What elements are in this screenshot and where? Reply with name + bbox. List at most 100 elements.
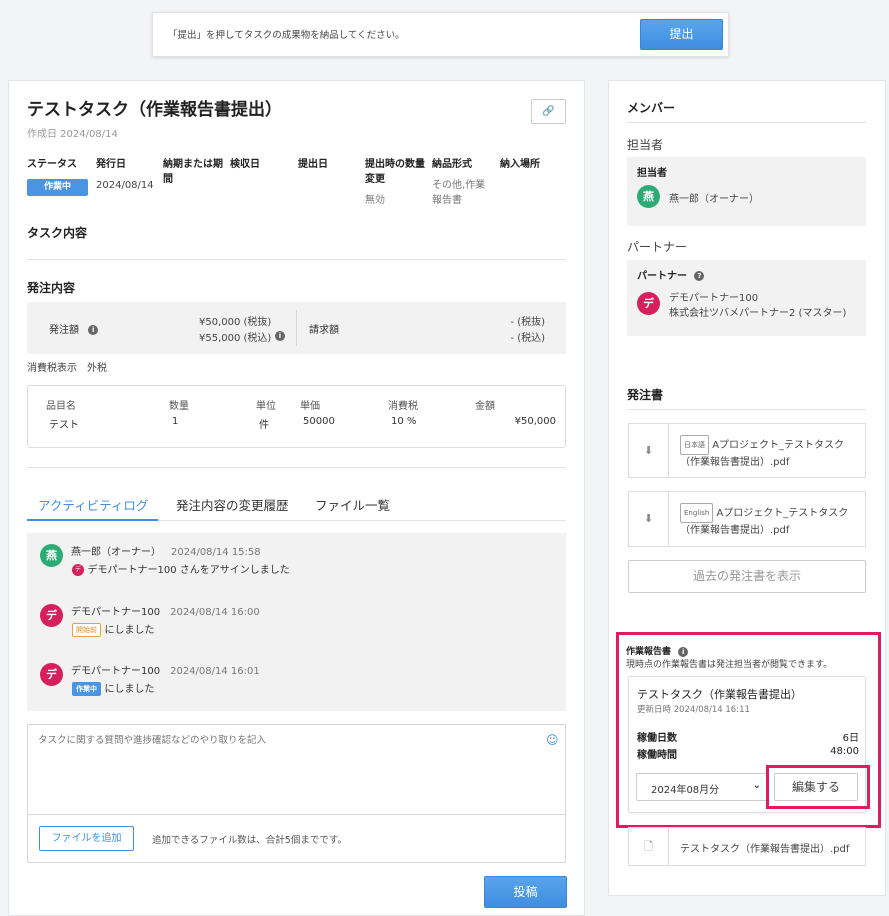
report-file[interactable]: 🗋 テストタスク（作業報告書提出）.pdf (628, 827, 866, 866)
tab-change-history[interactable]: 発注内容の変更履歴 (176, 495, 289, 514)
delivery-format-label: 納品形式 (432, 159, 472, 170)
items-table: 品目名 数量 単位 単価 消費税 金額 テスト 1 件 50000 10 % ¥… (27, 385, 566, 448)
invoice-incl: - (税込) (510, 333, 545, 344)
tab-activity-log[interactable]: アクティビティログ (38, 495, 148, 514)
avatar: 燕 (637, 185, 660, 208)
tabs-divider (158, 520, 566, 521)
activity-body: 作業中 にしました (72, 680, 155, 696)
highlight-edit-button (766, 765, 870, 809)
submit-date-label: 提出日 (298, 159, 328, 170)
divider (27, 467, 566, 468)
partner-label: パートナー ? (637, 267, 705, 282)
partner-name: デモパートナー100 (669, 293, 759, 304)
activity-log: 燕 燕一郎（オーナー） 2024/08/14 15:58 デ デモパートナー100… (27, 533, 566, 711)
add-file-button[interactable]: ファイルを追加 (39, 826, 134, 851)
activity-user: デモパートナー100 (71, 607, 161, 618)
delivery-place-label: 納入場所 (500, 159, 540, 170)
tab-file-list[interactable]: ファイル一覧 (315, 495, 390, 514)
submit-button[interactable]: 提出 (640, 19, 723, 50)
post-button[interactable]: 投稿 (484, 876, 567, 908)
order-amount-text: 発注額 (49, 325, 79, 336)
download-icon[interactable]: ⬇ (629, 492, 669, 546)
partner-box: パートナー ? デ デモパートナー100 株式会社ツバメパートナー2 (マスター… (627, 260, 866, 336)
col-header: 金額 (475, 401, 495, 412)
order-amount-excl: ¥50,000 (税抜) (199, 317, 272, 328)
quantity-change-value: 無効 (365, 195, 385, 206)
document-name-line2: （作業報告書提出）.pdf (680, 457, 790, 468)
item-qty: 1 (172, 416, 179, 427)
avatar: デ (40, 604, 63, 627)
item-name: テスト (49, 420, 79, 431)
download-icon[interactable]: ⬇ (629, 424, 669, 477)
avatar: デ (72, 564, 84, 576)
language-tag: English (680, 503, 714, 523)
info-icon[interactable]: i (88, 325, 99, 335)
activity-header: 燕一郎（オーナー） 2024/08/14 15:58 (71, 543, 261, 558)
activity-text: デモパートナー100 さんをアサインしました (87, 565, 290, 576)
activity-time: 2024/08/14 15:58 (171, 547, 261, 558)
inspection-date-label: 検収日 (230, 159, 260, 170)
activity-header: デモパートナー100 2024/08/14 16:00 (71, 603, 260, 618)
document-name-line1: Aプロジェクト_テストタスク (712, 440, 845, 451)
amount-box: 発注額 i ¥50,000 (税抜) ¥55,000 (税込) i 請求額 - … (27, 302, 566, 354)
status-tag: 開始前 (72, 623, 101, 637)
emoji-icon[interactable]: ☺ (546, 733, 559, 747)
language-tag: 日本語 (680, 435, 709, 455)
activity-user: 燕一郎（オーナー） (71, 547, 161, 558)
divider (296, 310, 297, 346)
comment-input[interactable] (28, 725, 565, 815)
order-amount-incl: ¥55,000 (税込) (199, 333, 272, 344)
col-header: 単価 (300, 401, 320, 412)
avatar: デ (40, 663, 63, 686)
partner-label-text: パートナー (637, 271, 687, 282)
activity-body: デ デモパートナー100 さんをアサインしました (72, 561, 290, 576)
quantity-change-label: 提出時の数量変更 (365, 159, 425, 185)
avatar: 燕 (40, 544, 63, 567)
orders-heading: 発注書 (627, 388, 664, 402)
deadline-label: 納期または期間 (163, 159, 223, 185)
comment-box: ☺ ファイルを追加 追加できるファイル数は、合計5個までです。 (27, 724, 566, 863)
assignee-label: 担当者 (637, 168, 667, 179)
submit-banner: 「提出」を押してタスクの成果物を納品してください。 提出 (152, 12, 729, 57)
col-header: 数量 (169, 401, 189, 412)
col-header: 消費税 (388, 401, 418, 412)
col-header: 品目名 (46, 401, 76, 412)
activity-time: 2024/08/14 16:01 (170, 666, 260, 677)
divider (627, 409, 866, 410)
invoice-label: 請求額 (309, 325, 339, 336)
partner-section-label: パートナー (627, 240, 688, 254)
task-content-heading: タスク内容 (27, 226, 88, 240)
item-total: ¥50,000 (514, 416, 556, 427)
status-badge: 作業中 (27, 179, 88, 196)
order-document[interactable]: ⬇ 日本語 Aプロジェクト_テストタスク （作業報告書提出）.pdf (628, 423, 866, 478)
members-heading: メンバー (627, 101, 676, 115)
activity-body: 開始前 にしました (72, 621, 155, 637)
info-icon[interactable]: i (275, 331, 285, 341)
show-past-orders-button[interactable]: 過去の発注書を表示 (628, 560, 866, 593)
partner-company: 株式会社ツバメパートナー2 (マスター) (669, 308, 847, 319)
document-name-line1: Aプロジェクト_テストタスク (716, 508, 849, 519)
order-content-heading: 発注内容 (27, 281, 76, 295)
order-amount-label: 発注額 i (49, 321, 99, 336)
issue-date-value: 2024/08/14 (96, 180, 154, 191)
active-tab-indicator (27, 519, 158, 521)
banner-text: 「提出」を押してタスクの成果物を納品してください。 (168, 30, 405, 41)
divider (627, 122, 866, 123)
item-unit: 件 (259, 420, 269, 431)
task-title: テストタスク（作業報告書提出） (27, 100, 282, 120)
activity-header: デモパートナー100 2024/08/14 16:01 (71, 662, 260, 677)
status-tag: 作業中 (72, 682, 101, 696)
activity-time: 2024/08/14 16:00 (170, 607, 260, 618)
document-name-line2: （作業報告書提出）.pdf (680, 525, 790, 536)
help-icon[interactable]: ? (694, 271, 705, 281)
issue-date-label: 発行日 (96, 159, 126, 170)
side-panel: メンバー 担当者 担当者 燕 燕一郎（オーナー） パートナー パートナー ? デ… (608, 80, 886, 896)
copy-link-button[interactable]: 🔗 (531, 99, 566, 124)
delivery-format-value: その他,作業報告書 (432, 180, 486, 206)
status-label: ステータス (27, 159, 77, 170)
activity-text: にしました (104, 625, 155, 636)
tax-display: 消費税表示 外税 (27, 363, 107, 374)
assignee-section-label: 担当者 (627, 138, 664, 152)
report-file-name: テストタスク（作業報告書提出）.pdf (680, 844, 850, 855)
order-document[interactable]: ⬇ English Aプロジェクト_テストタスク （作業報告書提出）.pdf (628, 491, 866, 547)
